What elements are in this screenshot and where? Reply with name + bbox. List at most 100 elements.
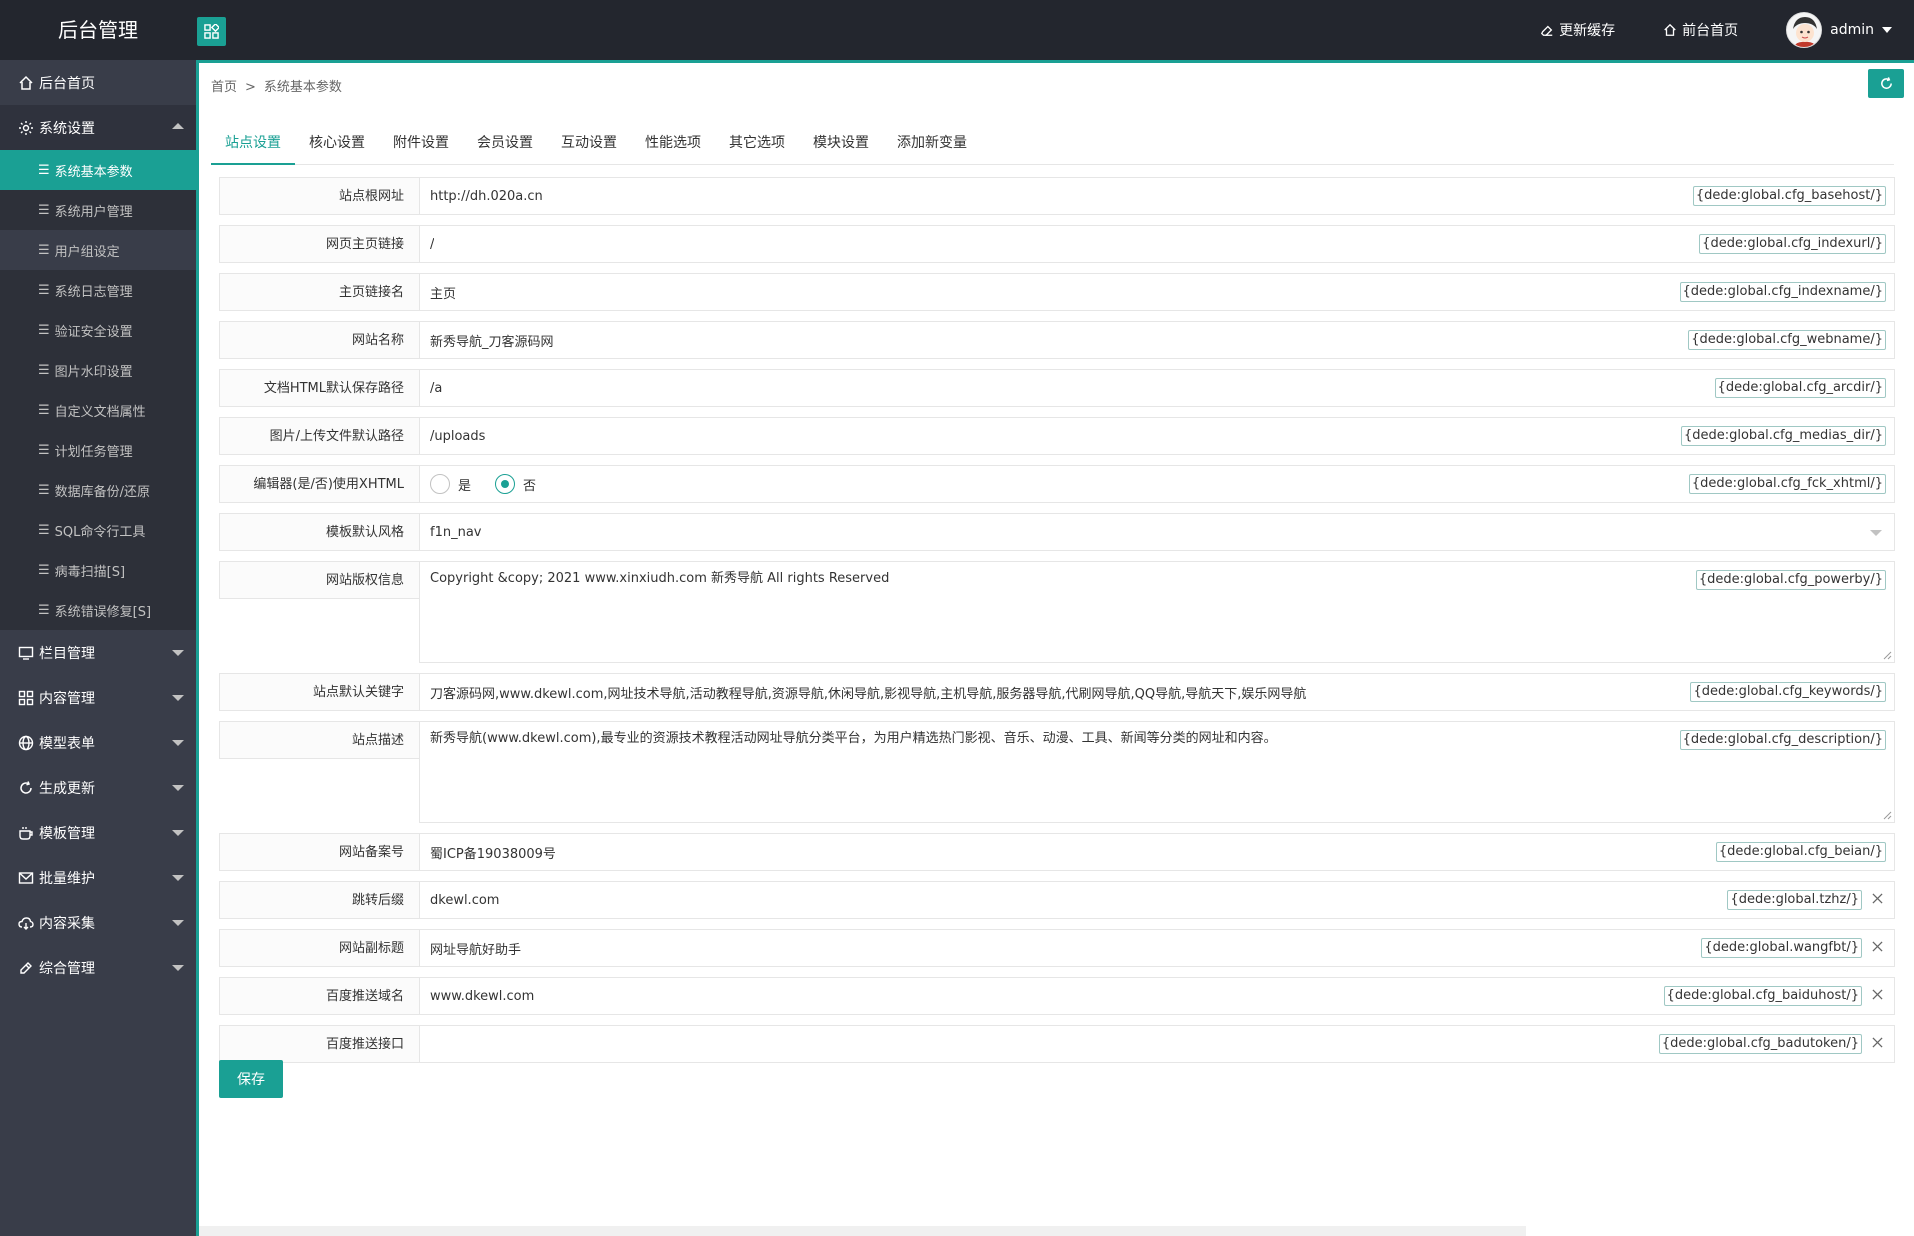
sidebar: 后台首页 系统设置 ☰ 系统基本参数 ☰ 系统用户管理 ☰ 用户组设定 ☰ 系统日志管理…	[0, 60, 196, 1236]
sidebar-item-content[interactable]: 内容管理	[0, 675, 196, 720]
form-row: 网站备案号 蜀ICP备19038009号 {dede:global.cfg_bei…	[219, 833, 1895, 871]
sidebar-item-system-users[interactable]: ☰ 系统用户管理	[0, 190, 196, 230]
variable-tag: {dede:global.cfg_basehost/}	[1692, 186, 1886, 206]
radio-yes[interactable]: 是	[430, 474, 471, 494]
sidebar-item-dashboard[interactable]: 后台首页	[0, 60, 196, 105]
delete-variable-button[interactable]	[1868, 937, 1886, 955]
breadcrumb-current: 系统基本参数	[263, 80, 342, 95]
tab-other[interactable]: 其它选项	[715, 122, 799, 164]
sidebar-item-columns[interactable]: 栏目管理	[0, 630, 196, 675]
mail-icon	[17, 869, 35, 887]
avatar	[1786, 12, 1823, 48]
sidebar-item-system-settings[interactable]: 系统设置	[0, 105, 196, 150]
sidebar-item-virus-scan[interactable]: ☰ 病毒扫描[S]	[0, 550, 196, 590]
indexname-input[interactable]: 主页 {dede:global.cfg_indexname/}	[419, 273, 1895, 311]
form-row: 百度推送域名 www.dkewl.com {dede:global.cfg_bai…	[219, 977, 1895, 1015]
tab-modules[interactable]: 模块设置	[799, 122, 883, 164]
eraser-icon	[1541, 25, 1553, 36]
radio-no[interactable]: 否	[495, 474, 536, 494]
delete-variable-button[interactable]	[1868, 889, 1886, 907]
resize-handle-icon[interactable]	[1882, 810, 1892, 820]
sidebar-item-watermark[interactable]: ☰ 图片水印设置	[0, 350, 196, 390]
sidebar-item-security[interactable]: ☰ 验证安全设置	[0, 310, 196, 350]
sidebar-item-error-repair[interactable]: ☰ 系统错误修复[S]	[0, 590, 196, 630]
sidebar-item-custom-attrs[interactable]: ☰ 自定义文档属性	[0, 390, 196, 430]
sidebar-item-system-logs[interactable]: ☰ 系统日志管理	[0, 270, 196, 310]
form-row: 站点默认关键字 刀客源码网,www.dkewl.com,网址技术导航,活动教程导…	[219, 673, 1895, 711]
top-header: 后台管理 更新缓存 前台首页 admin	[0, 0, 1914, 60]
tab-core[interactable]: 核心设置	[295, 122, 379, 164]
sidebar-item-label: 生成更新	[39, 780, 95, 797]
chevron-down-icon	[172, 650, 184, 656]
field-label: 站点根网址	[219, 177, 419, 215]
variable-tag: {dede:global.cfg_badutoken/}	[1658, 1034, 1862, 1054]
field-label: 百度推送域名	[219, 977, 419, 1015]
main-content: 首页 > 系统基本参数 站点设置 核心设置 附件设置 会员设置 互动设置 性能选项 …	[196, 60, 1914, 1236]
breadcrumb-home[interactable]: 首页	[211, 80, 237, 95]
sidebar-item-general[interactable]: 综合管理	[0, 945, 196, 990]
sidebar-item-collect[interactable]: 内容采集	[0, 900, 196, 945]
delete-variable-button[interactable]	[1868, 1033, 1886, 1051]
tab-members[interactable]: 会员设置	[463, 122, 547, 164]
sidebar-item-sql-tool[interactable]: ☰ SQL命令行工具	[0, 510, 196, 550]
form-row: 网站名称 新秀导航_刀客源码网 {dede:global.cfg_webname/…	[219, 321, 1895, 359]
sidebar-item-user-groups[interactable]: ☰ 用户组设定	[0, 230, 196, 270]
webname-input[interactable]: 新秀导航_刀客源码网 {dede:global.cfg_webname/}	[419, 321, 1895, 359]
accent-line	[199, 60, 1914, 63]
keywords-input[interactable]: 刀客源码网,www.dkewl.com,网址技术导航,活动教程导航,资源导航,休…	[419, 673, 1895, 711]
menu-lines-icon: ☰	[38, 202, 50, 218]
user-menu[interactable]: admin	[1786, 12, 1892, 48]
sidebar-item-batch[interactable]: 批量维护	[0, 855, 196, 900]
chevron-down-icon	[172, 875, 184, 881]
sidebar-item-scheduled-tasks[interactable]: ☰ 计划任务管理	[0, 430, 196, 470]
save-button[interactable]: 保存	[219, 1060, 283, 1098]
wangfbt-input[interactable]: 网址导航好助手 {dede:global.wangfbt/}	[419, 929, 1895, 967]
sidebar-toggle-button[interactable]	[197, 17, 226, 46]
beian-input[interactable]: 蜀ICP备19038009号 {dede:global.cfg_beian/}	[419, 833, 1895, 871]
field-label: 编辑器(是/否)使用XHTML	[219, 465, 419, 503]
copyright-textarea[interactable]: Copyright &copy; 2021 www.xinxiudh.com 新…	[419, 561, 1895, 663]
description-textarea[interactable]: 新秀导航(www.dkewl.com),最专业的资源技术教程活动网址导航分类平台…	[419, 721, 1895, 823]
tab-performance[interactable]: 性能选项	[631, 122, 715, 164]
baiduhost-input[interactable]: www.dkewl.com {dede:global.cfg_baiduhost/…	[419, 977, 1895, 1015]
brand-title: 后台管理	[58, 18, 138, 42]
tab-site[interactable]: 站点设置	[211, 122, 295, 165]
field-label: 网页主页链接	[219, 225, 419, 263]
menu-lines-icon: ☰	[38, 162, 50, 178]
basehost-input[interactable]: http://dh.020a.cn {dede:global.cfg_baseho…	[419, 177, 1895, 215]
variable-tag: {dede:global.cfg_keywords/}	[1690, 682, 1886, 702]
tab-attachments[interactable]: 附件设置	[379, 122, 463, 164]
form-row: 图片/上传文件默认路径 /uploads {dede:global.cfg_med…	[219, 417, 1895, 455]
close-icon	[1871, 988, 1883, 1000]
resize-handle-icon[interactable]	[1882, 650, 1892, 660]
form-row: 模板默认风格 f1n_nav	[219, 513, 1895, 551]
field-label: 跳转后缀	[219, 881, 419, 919]
sidebar-item-templates[interactable]: 模板管理	[0, 810, 196, 855]
variable-tag: {dede:global.wangfbt/}	[1701, 938, 1862, 958]
delete-variable-button[interactable]	[1868, 985, 1886, 1003]
field-label: 网站名称	[219, 321, 419, 359]
tab-add-variable[interactable]: 添加新变量	[883, 122, 981, 164]
refresh-cache-link[interactable]: 更新缓存	[1540, 20, 1615, 40]
template-select[interactable]: f1n_nav	[419, 513, 1895, 551]
badutoken-input[interactable]: {dede:global.cfg_badutoken/}	[419, 1025, 1895, 1063]
indexurl-input[interactable]: / {dede:global.cfg_indexurl/}	[419, 225, 1895, 263]
sidebar-item-db-backup[interactable]: ☰ 数据库备份/还原	[0, 470, 196, 510]
sidebar-item-basic-params[interactable]: ☰ 系统基本参数	[0, 150, 196, 190]
page-refresh-button[interactable]	[1868, 69, 1904, 98]
sidebar-item-label: 模型表单	[39, 735, 95, 752]
refresh-icon	[17, 779, 35, 797]
medias-dir-input[interactable]: /uploads {dede:global.cfg_medias_dir/}	[419, 417, 1895, 455]
tzhz-input[interactable]: dkewl.com {dede:global.tzhz/}	[419, 881, 1895, 919]
menu-lines-icon: ☰	[38, 602, 50, 618]
sidebar-item-label: 批量维护	[39, 870, 95, 887]
system-submenu: ☰ 系统基本参数 ☰ 系统用户管理 ☰ 用户组设定 ☰ 系统日志管理 ☰ 验证安全设置 ☰…	[0, 150, 196, 630]
tab-interaction[interactable]: 互动设置	[547, 122, 631, 164]
form-row: 编辑器(是/否)使用XHTML 是 否 {dede:global.cfg_fck…	[219, 465, 1895, 503]
username: admin	[1830, 22, 1874, 38]
sidebar-item-model-forms[interactable]: 模型表单	[0, 720, 196, 765]
arcdir-input[interactable]: /a {dede:global.cfg_arcdir/}	[419, 369, 1895, 407]
grid-icon	[17, 689, 35, 707]
sidebar-item-generate[interactable]: 生成更新	[0, 765, 196, 810]
frontend-home-link[interactable]: 前台首页	[1663, 20, 1738, 40]
